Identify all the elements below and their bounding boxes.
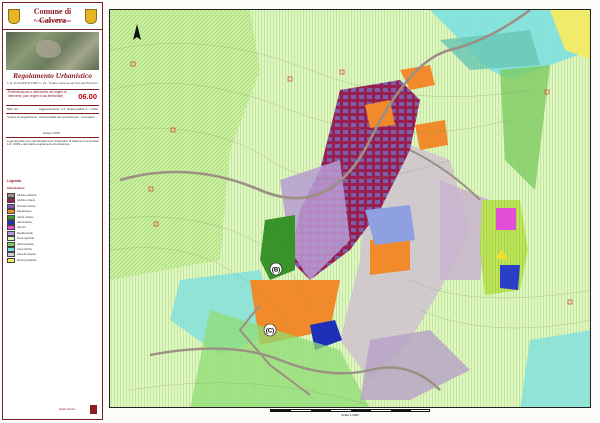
- map-canvas[interactable]: (B) (C): [110, 10, 591, 408]
- meta-scale: Scala grafica: 1 : 1.000: [67, 107, 98, 111]
- designer-logo: Studio tecnico: [7, 405, 99, 415]
- legend-swatch: [7, 198, 15, 204]
- map-sheet: Comune di Calvera Provincia di Potenza R…: [0, 0, 600, 423]
- legend-swatch: [7, 252, 15, 258]
- province-name: Provincia di Potenza: [33, 18, 72, 23]
- meta-left: REV. 00: [7, 107, 18, 111]
- legend-label: Zona agricola: [17, 236, 34, 241]
- legend-subtitle: Infrastrutture: [7, 186, 25, 190]
- legend-swatch: [7, 247, 15, 252]
- sheet-box: Perimetrazione e definizione dei regimi …: [6, 90, 99, 104]
- legend-swatch: [7, 241, 15, 247]
- legend-label: Attrezzature: [17, 220, 33, 225]
- zone-marker-b-label: (B): [272, 268, 280, 274]
- legend-label: Servizi: [17, 225, 26, 230]
- legend-label: Strade esistenti: [17, 193, 37, 198]
- logo-icon: [90, 405, 97, 414]
- legend-item: Area di rispetto: [7, 252, 36, 258]
- water-area-southeast: [520, 330, 590, 407]
- legend-label: Verde urbano: [17, 214, 34, 219]
- notes: Legenda delle zone del Regolamento Urban…: [7, 139, 99, 147]
- legend-item: Aree idriche: [7, 247, 32, 252]
- legend-item: Verde urbano: [7, 214, 34, 220]
- legend-item: Zona produttiva: [7, 257, 37, 263]
- divider: [6, 137, 99, 138]
- legend-title: Legenda: [7, 179, 21, 183]
- legend-item: Tessuto storico: [7, 203, 36, 209]
- legend-item: Residenziale: [7, 230, 34, 236]
- aerial-photo: [6, 32, 99, 70]
- legend-item: Area boscata: [7, 241, 34, 247]
- legend-label: Area di rispetto: [17, 252, 36, 257]
- scale-bar-graphic: [270, 409, 430, 412]
- legend-swatch: [7, 257, 15, 263]
- title-block: Comune di Calvera Provincia di Potenza R…: [2, 2, 103, 420]
- scale-bar: Scala 1:1000: [270, 409, 430, 419]
- legend-swatch: [7, 193, 15, 198]
- legend-swatch: [7, 203, 15, 209]
- legend-item: Espansione: [7, 209, 32, 215]
- legend-label: Ambito urbano: [17, 198, 36, 203]
- legend-label: Area boscata: [17, 241, 34, 246]
- province-coat-of-arms-icon: [85, 9, 97, 24]
- plan-title: Regolamento Urbanistico: [13, 71, 92, 80]
- zone-marker-c-label: (C): [266, 329, 274, 335]
- services-zone-east: [496, 208, 516, 230]
- legend-swatch: [7, 230, 15, 236]
- map-frame[interactable]: (B) (C): [109, 9, 591, 408]
- legend-label: Espansione: [17, 209, 32, 214]
- legend-swatch: [7, 220, 15, 225]
- legend-label: Residenziale: [17, 231, 34, 236]
- header: Comune di Calvera Provincia di Potenza: [3, 3, 102, 30]
- legend-item: Zona agricola: [7, 236, 34, 242]
- legend-label: Zona produttiva: [17, 258, 37, 263]
- legend-swatch: [7, 225, 15, 231]
- legend-swatch: [7, 214, 15, 220]
- legend-item: Attrezzature: [7, 220, 33, 225]
- legend-item: Strade esistenti: [7, 193, 37, 198]
- sheet-number: 06.00: [78, 92, 97, 101]
- equipment-zone-east: [500, 265, 520, 290]
- legend-label: Aree idriche: [17, 247, 32, 252]
- date: Giugno 2007: [43, 131, 61, 135]
- sheet-description: Perimetrazione e definizione dei regimi …: [8, 90, 67, 98]
- legend-item: Ambito urbano: [7, 198, 36, 204]
- legal-reference: L.R. 11 AGOSTO 1999, n. 23 - Tutela, Gov…: [7, 81, 98, 85]
- coat-of-arms-icon: [8, 9, 20, 24]
- legend-label: Tessuto storico: [17, 204, 36, 209]
- divider: [6, 105, 99, 106]
- legend-swatch: [7, 209, 15, 215]
- designers: Gruppo di progettazione · Responsabile d…: [7, 115, 95, 119]
- legend-item: Servizi: [7, 225, 26, 231]
- legend-swatch: [7, 236, 15, 242]
- expansion-zone-northeast: [415, 120, 448, 150]
- divider: [6, 113, 99, 114]
- designer-name: Studio tecnico: [59, 408, 76, 411]
- scale-label: Scala 1:1000: [341, 413, 359, 417]
- meta-mid: Aggiornamento: 1.0: [39, 107, 66, 111]
